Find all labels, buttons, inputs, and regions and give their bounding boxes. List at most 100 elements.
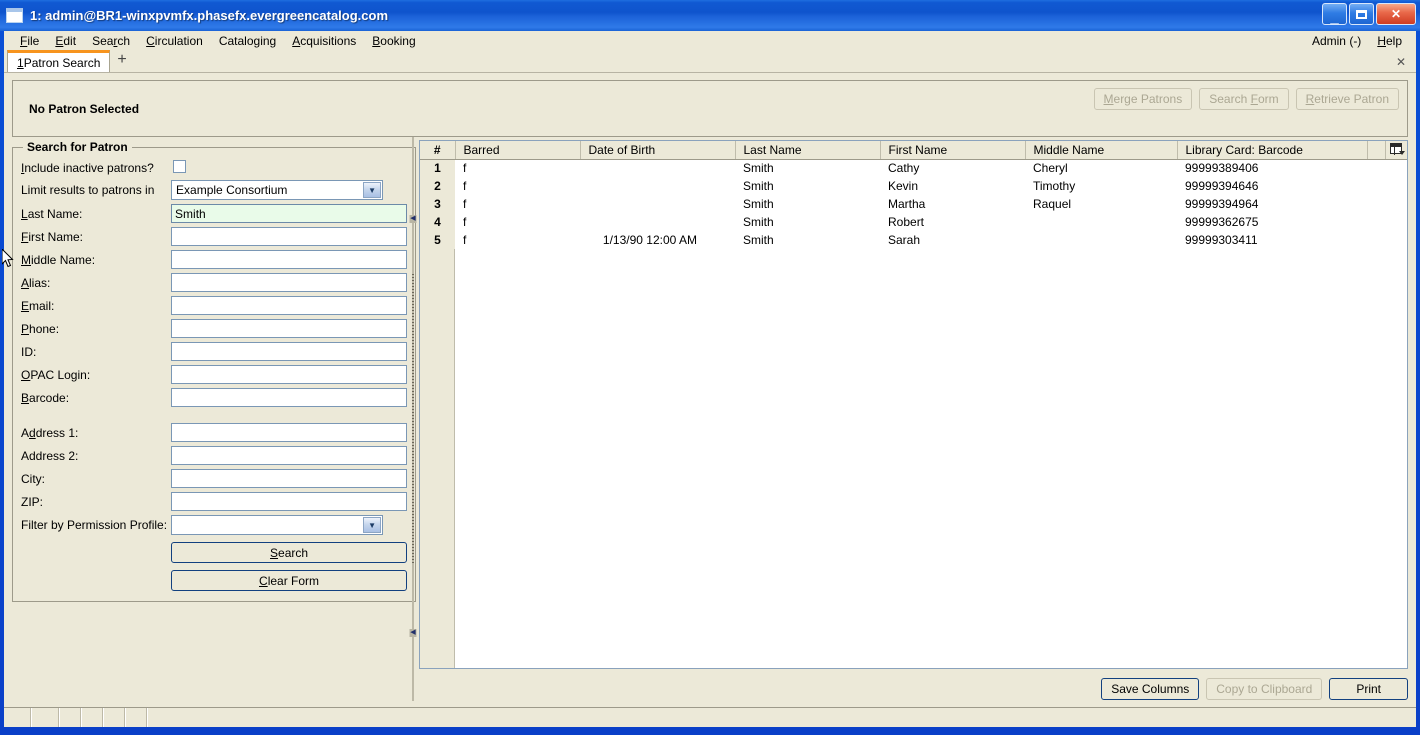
patron-status-label: No Patron Selected [29, 101, 140, 116]
menu-admin[interactable]: Admin (-) [1304, 33, 1369, 49]
save-columns-button[interactable]: Save Columns [1101, 677, 1200, 700]
retrieve-patron-button[interactable]: Retrieve Patron [1295, 88, 1399, 110]
field-row-id: ID: [21, 340, 408, 363]
cell-middle-name: Timothy [1033, 179, 1076, 193]
address-2-input[interactable] [171, 446, 408, 465]
field-row-permission-profile: Filter by Permission Profile: ▼ [21, 513, 407, 537]
new-tab-button[interactable]: + [110, 52, 133, 70]
chevron-down-icon: ▼ [363, 517, 382, 533]
column-header-number[interactable]: # [420, 141, 456, 160]
close-tab-icon[interactable]: ✕ [1396, 55, 1406, 69]
status-cell [104, 708, 126, 727]
cell-first-name: Cathy [888, 161, 920, 176]
barcode-input[interactable] [171, 388, 408, 407]
menu-bar: File Edit Search Circulation Cataloging … [4, 31, 1416, 50]
table-row[interactable]: 2 f Smith Kevin Timothy 99999394646 [420, 177, 1407, 195]
column-header-last-name[interactable]: Last Name [735, 141, 881, 160]
cell-barred: f [463, 161, 467, 176]
column-header-middle-name[interactable]: Middle Name [1025, 141, 1178, 160]
label-email: Email: [21, 298, 55, 313]
status-cell [60, 708, 82, 727]
column-picker-button[interactable] [1385, 141, 1407, 160]
zip-input[interactable] [171, 492, 408, 511]
tab-patron-search[interactable]: 1 Patron Search [7, 50, 111, 72]
menu-acquisitions[interactable]: Acquisitions [284, 33, 364, 49]
include-inactive-checkbox[interactable] [173, 160, 187, 173]
table-row[interactable]: 4 f Smith Robert 99999362675 [420, 213, 1407, 231]
cell-barcode: 99999394646 [1185, 179, 1259, 193]
column-header-first-name[interactable]: First Name [880, 141, 1026, 160]
menu-edit[interactable]: Edit [47, 33, 84, 49]
label-include-inactive: Include inactive patrons? [21, 161, 154, 175]
menu-circulation[interactable]: Circulation [138, 33, 211, 49]
opac-login-input[interactable] [171, 365, 408, 384]
maximize-button[interactable] [1349, 3, 1374, 25]
field-row-email: Email: [21, 294, 408, 317]
phone-input[interactable] [171, 319, 408, 338]
clear-form-button[interactable]: Clear Form [171, 570, 408, 591]
close-button[interactable]: ✕ [1376, 3, 1416, 25]
label-alias: Alias: [21, 275, 51, 290]
field-row-opac-login: OPAC Login: [21, 363, 408, 386]
menu-cataloging[interactable]: Cataloging [211, 33, 284, 49]
menu-search[interactable]: Search [84, 33, 138, 49]
column-header-filler [1367, 141, 1386, 160]
cell-last-name: Smith [743, 197, 774, 211]
copy-to-clipboard-button[interactable]: Copy to Clipboard [1206, 677, 1323, 700]
limit-results-value: Example Consortium [176, 183, 288, 197]
menu-booking[interactable]: Booking [364, 33, 423, 49]
label-id: ID: [21, 344, 37, 359]
status-cell [82, 708, 104, 727]
minimize-button[interactable]: _ [1322, 3, 1347, 25]
merge-patrons-button[interactable]: Merge Patrons [1093, 88, 1193, 110]
label-phone: Phone: [21, 321, 60, 336]
cell-last-name: Smith [743, 233, 774, 247]
cell-barred: f [463, 233, 467, 247]
city-input[interactable] [171, 469, 408, 488]
cell-middle-name [1025, 213, 1177, 231]
address-1-input[interactable] [171, 423, 408, 442]
column-header-library-card-barcode[interactable]: Library Card: Barcode [1177, 141, 1368, 160]
search-fields-table: Include inactive patrons? Limit results … [21, 158, 408, 593]
search-button[interactable]: Search [171, 542, 408, 563]
search-form-button[interactable]: Search Form [1199, 88, 1289, 110]
menu-file[interactable]: File [12, 33, 47, 49]
cell-dob [580, 195, 735, 213]
column-header-dob[interactable]: Date of Birth [580, 141, 736, 160]
cell-dob: 1/13/90 12:00 AM [602, 233, 697, 247]
table-row[interactable]: 3 f Smith Martha Raquel 99999394964 [420, 195, 1407, 213]
menu-help[interactable]: Help [1369, 33, 1410, 49]
field-row-alias: Alias: [21, 271, 408, 294]
status-cell [32, 708, 60, 727]
first-name-input[interactable] [171, 227, 408, 246]
field-row-limit-results: Limit results to patrons in Example Cons… [21, 178, 407, 202]
label-opac-login: OPAC Login: [21, 367, 91, 382]
cell-dob [580, 177, 735, 195]
splitter-collapse-left-icon[interactable]: ◀ [409, 215, 417, 223]
cell-barred: f [463, 215, 467, 229]
chevron-down-icon: ▼ [363, 182, 382, 198]
window-title: 1: admin@BR1-winxpvmfx.phasefx.evergreen… [30, 8, 389, 23]
splitter-collapse-left-icon-2[interactable]: ◀ [409, 629, 417, 637]
limit-results-select[interactable]: Example Consortium ▼ [171, 180, 384, 200]
email-input[interactable] [171, 296, 408, 315]
print-button[interactable]: Print [1329, 677, 1408, 700]
label-address-2: Address 2: [21, 448, 79, 463]
column-header-barred[interactable]: Barred [455, 141, 581, 160]
cell-first-name: Robert [888, 215, 925, 229]
field-row-address1: Address 1: [21, 421, 408, 444]
table-row[interactable]: 5 f 1/13/90 12:00 AM Smith Sarah 9999930… [420, 231, 1407, 249]
id-input[interactable] [171, 342, 408, 361]
permission-profile-select[interactable]: ▼ [171, 515, 384, 535]
cell-barcode: 99999394964 [1185, 197, 1259, 211]
pane-splitter[interactable]: ◀ ◀ [407, 137, 419, 701]
table-row[interactable]: 1 f Smith Cathy Cheryl 99999389406 [420, 159, 1407, 177]
field-row-first-name: First Name: [21, 225, 408, 248]
cell-dob [580, 159, 735, 177]
last-name-input[interactable] [171, 204, 408, 223]
alias-input[interactable] [171, 273, 408, 292]
results-footer: Save Columns Copy to Clipboard Print [419, 669, 1408, 701]
cell-row-number: 5 [420, 231, 455, 249]
status-cell [148, 708, 1416, 727]
middle-name-input[interactable] [171, 250, 408, 269]
